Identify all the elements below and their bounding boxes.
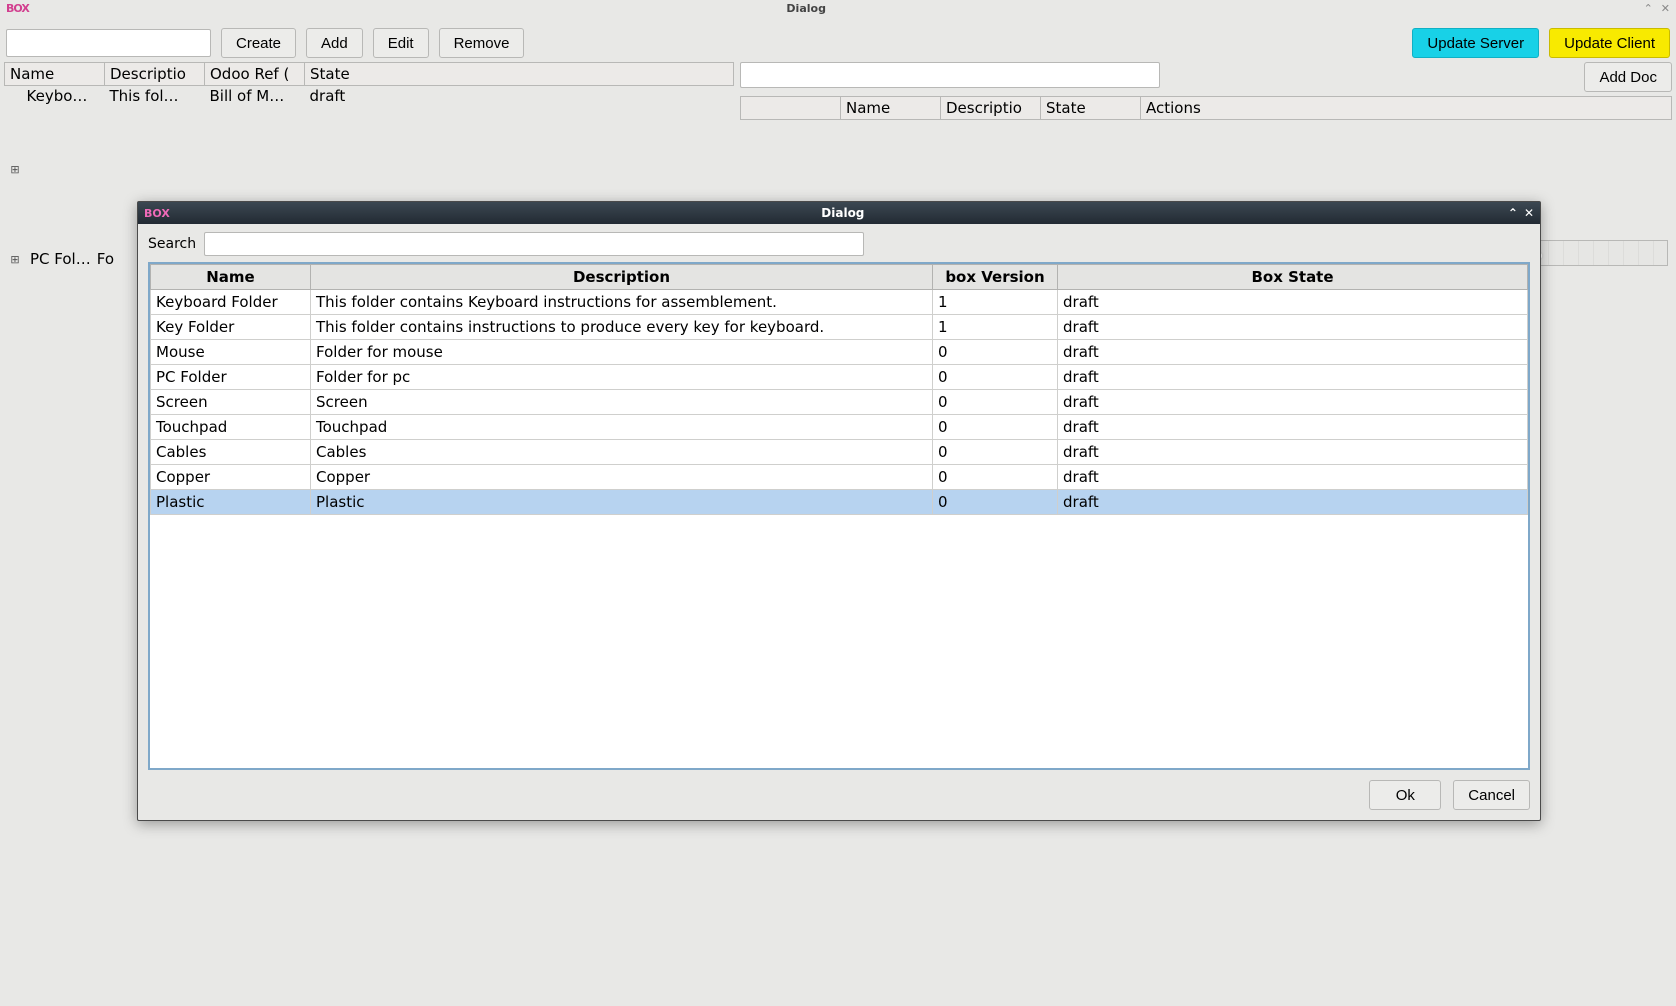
right-search-input[interactable] bbox=[740, 62, 1160, 88]
grid-row[interactable]: PC FolderFolder for pc0draft bbox=[151, 365, 1528, 390]
expand-icon[interactable]: ⊞ bbox=[8, 253, 22, 266]
minimize-icon[interactable]: ⌃ bbox=[1644, 2, 1653, 15]
grid-row[interactable]: Keyboard FolderThis folder contains Keyb… bbox=[151, 290, 1528, 315]
left-th-ref[interactable]: Odoo Ref ( bbox=[205, 63, 305, 86]
grid-th-state[interactable]: Box State bbox=[1058, 265, 1528, 290]
grid-row[interactable]: Key FolderThis folder contains instructi… bbox=[151, 315, 1528, 340]
right-th-1[interactable]: Name bbox=[841, 97, 941, 120]
toolbar-search-input[interactable] bbox=[6, 29, 211, 57]
window-title: Dialog bbox=[29, 2, 1644, 15]
update-client-button[interactable]: Update Client bbox=[1549, 28, 1670, 58]
grid-th-desc[interactable]: Description bbox=[311, 265, 933, 290]
modal-dialog: BOX Dialog ⌃ ✕ Search Name Description b… bbox=[137, 201, 1541, 821]
grid-th-name[interactable]: Name bbox=[151, 265, 311, 290]
grid-row[interactable]: CopperCopper0draft bbox=[151, 465, 1528, 490]
modal-up-icon[interactable]: ⌃ bbox=[1508, 206, 1518, 220]
grid-row[interactable]: MouseFolder for mouse0draft bbox=[151, 340, 1528, 365]
ok-button[interactable]: Ok bbox=[1369, 780, 1441, 810]
modal-search-label: Search bbox=[148, 236, 196, 252]
modal-close-icon[interactable]: ✕ bbox=[1524, 206, 1534, 220]
window-titlebar: BOX Dialog ⌃ ✕ bbox=[0, 0, 1676, 16]
app-logo: BOX bbox=[6, 2, 29, 15]
left-th-name[interactable]: Name bbox=[5, 63, 105, 86]
grid-row[interactable]: CablesCables0draft bbox=[151, 440, 1528, 465]
tree-row-expand[interactable]: ⊞ bbox=[4, 161, 734, 178]
grid-row[interactable]: TouchpadTouchpad0draft bbox=[151, 415, 1528, 440]
right-th-2[interactable]: Descriptio bbox=[941, 97, 1041, 120]
right-th-3[interactable]: State bbox=[1041, 97, 1141, 120]
edit-button[interactable]: Edit bbox=[373, 28, 429, 58]
grid-th-ver[interactable]: box Version bbox=[933, 265, 1058, 290]
cancel-button[interactable]: Cancel bbox=[1453, 780, 1530, 810]
right-th-4[interactable]: Actions bbox=[1141, 97, 1672, 120]
modal-title-text: Dialog bbox=[178, 206, 1508, 220]
modal-search-input[interactable] bbox=[204, 232, 864, 256]
modal-logo-icon: BOX bbox=[144, 207, 170, 220]
add-doc-button[interactable]: Add Doc bbox=[1584, 62, 1672, 92]
remove-button[interactable]: Remove bbox=[439, 28, 525, 58]
left-th-desc[interactable]: Descriptio bbox=[105, 63, 205, 86]
tree-item-label2: Fo bbox=[97, 250, 114, 268]
left-table-row[interactable]: Keybo… This fol… Bill of M… draft bbox=[5, 86, 734, 107]
right-table[interactable]: Name Descriptio State Actions bbox=[740, 96, 1672, 120]
right-th-0[interactable] bbox=[741, 97, 841, 120]
left-table[interactable]: Name Descriptio Odoo Ref ( State Keybo… … bbox=[4, 62, 734, 106]
tree-item-label: PC Fol… bbox=[30, 250, 91, 268]
create-button[interactable]: Create bbox=[221, 28, 296, 58]
grid-row[interactable]: PlasticPlastic0draft bbox=[151, 490, 1528, 515]
update-server-button[interactable]: Update Server bbox=[1412, 28, 1539, 58]
grid-row[interactable]: ScreenScreen0draft bbox=[151, 390, 1528, 415]
left-th-state[interactable]: State bbox=[305, 63, 734, 86]
modal-grid[interactable]: Name Description box Version Box State K… bbox=[148, 262, 1530, 770]
toolbar: Create Add Edit Remove Update Server Upd… bbox=[6, 28, 1670, 58]
expand-icon[interactable]: ⊞ bbox=[8, 163, 22, 176]
add-button[interactable]: Add bbox=[306, 28, 363, 58]
modal-titlebar[interactable]: BOX Dialog ⌃ ✕ bbox=[138, 202, 1540, 224]
close-icon[interactable]: ✕ bbox=[1661, 2, 1670, 15]
